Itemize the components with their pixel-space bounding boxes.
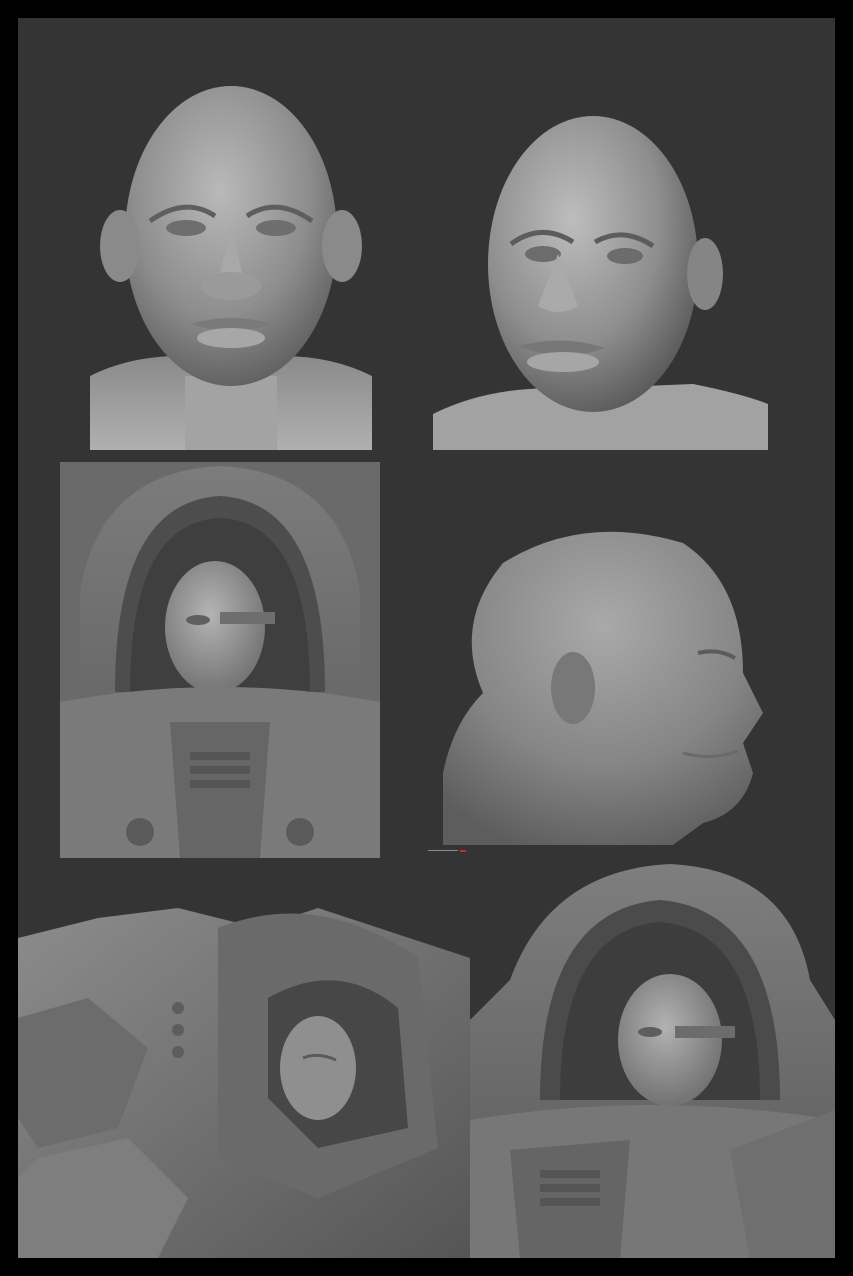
sheet-canvas — [18, 18, 835, 1258]
head-three-quarter-render — [433, 114, 768, 450]
head-profile-render — [443, 523, 773, 845]
panel-head-profile — [443, 523, 773, 845]
head-front-render — [90, 76, 372, 450]
armor-front-render — [60, 462, 380, 858]
armor-three-quarter-render — [470, 860, 835, 1258]
panel-armor-front — [60, 462, 380, 858]
panel-head-three-quarter — [433, 114, 768, 450]
sheet-frame — [0, 0, 853, 1276]
red-marker — [428, 850, 466, 852]
armor-side-render — [18, 898, 470, 1258]
panel-armor-three-quarter — [470, 860, 835, 1258]
panel-armor-side — [18, 898, 470, 1258]
panel-head-front — [90, 76, 372, 450]
